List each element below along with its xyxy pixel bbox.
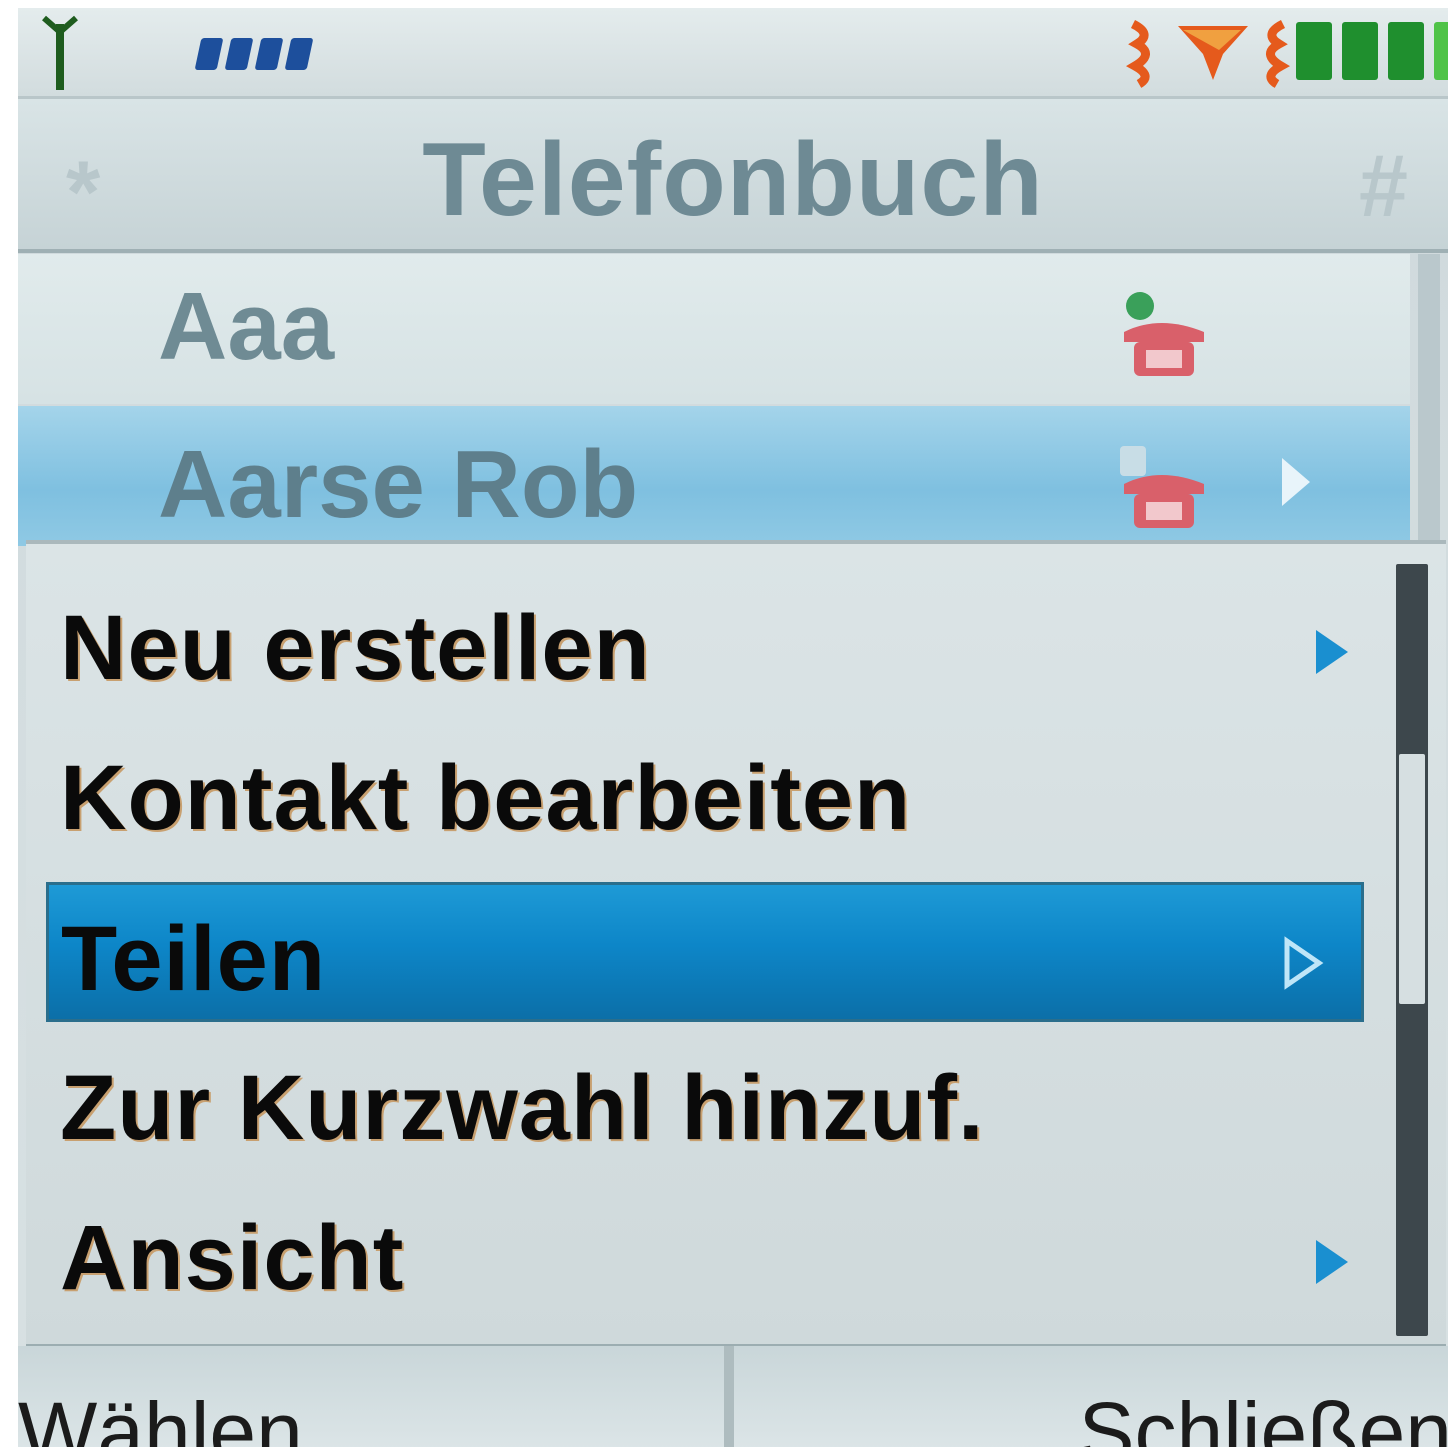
menu-item-neu-erstellen[interactable]: Neu erstellen	[48, 574, 1348, 714]
menu-item-label: Zur Kurzwahl hinzuf.	[60, 1057, 985, 1159]
status-bar	[18, 8, 1448, 99]
menu-item-ansicht[interactable]: Ansicht	[48, 1184, 1348, 1324]
title-bar: * Telefonbuch #	[18, 99, 1448, 253]
submenu-arrow-icon	[1284, 936, 1324, 990]
menu-item-label: Teilen	[61, 908, 327, 1010]
page-title: Telefonbuch	[422, 122, 1044, 238]
chevron-right-icon	[1282, 458, 1310, 506]
menu-item-label: Ansicht	[60, 1207, 405, 1309]
softkey-bar: Wählen Schließen	[18, 1346, 1448, 1447]
signal-strength-icon	[194, 38, 314, 70]
contact-list-scrollbar[interactable]	[1418, 254, 1440, 544]
battery-icon	[1296, 22, 1448, 80]
menu-scrollbar[interactable]	[1396, 564, 1428, 1336]
contact-name: Aaa	[158, 273, 335, 380]
menu-item-kurzwahl[interactable]: Zur Kurzwahl hinzuf.	[48, 1034, 1348, 1174]
phone-icon	[1120, 446, 1204, 528]
contact-list-item[interactable]: Aaa	[18, 254, 1410, 404]
hash-key-hint: #	[1359, 136, 1408, 235]
menu-scrollbar-thumb[interactable]	[1399, 754, 1425, 1004]
submenu-arrow-icon	[1316, 1240, 1348, 1284]
options-menu: Neu erstellen Kontakt bearbeiten Teilen …	[26, 540, 1446, 1348]
softkey-divider	[724, 1346, 734, 1447]
menu-item-label: Neu erstellen	[60, 597, 651, 699]
contact-list-item-selected[interactable]: Aarse Rob	[18, 406, 1410, 546]
menu-item-teilen[interactable]: Teilen	[46, 882, 1364, 1022]
phone-screen: * Telefonbuch # Aaa Aarse Rob Neu erstel…	[18, 8, 1448, 1447]
submenu-arrow-icon	[1316, 630, 1348, 674]
alarm-clock-icon	[1126, 19, 1290, 88]
close-softkey[interactable]: Schließen	[1078, 1384, 1448, 1447]
phone-icon	[1124, 292, 1204, 376]
contact-name: Aarse Rob	[158, 431, 639, 538]
menu-item-label: Kontakt bearbeiten	[60, 747, 912, 849]
antenna-icon	[42, 15, 78, 90]
menu-item-kontakt-bearbeiten[interactable]: Kontakt bearbeiten	[48, 724, 1348, 864]
select-softkey[interactable]: Wählen	[18, 1384, 303, 1447]
